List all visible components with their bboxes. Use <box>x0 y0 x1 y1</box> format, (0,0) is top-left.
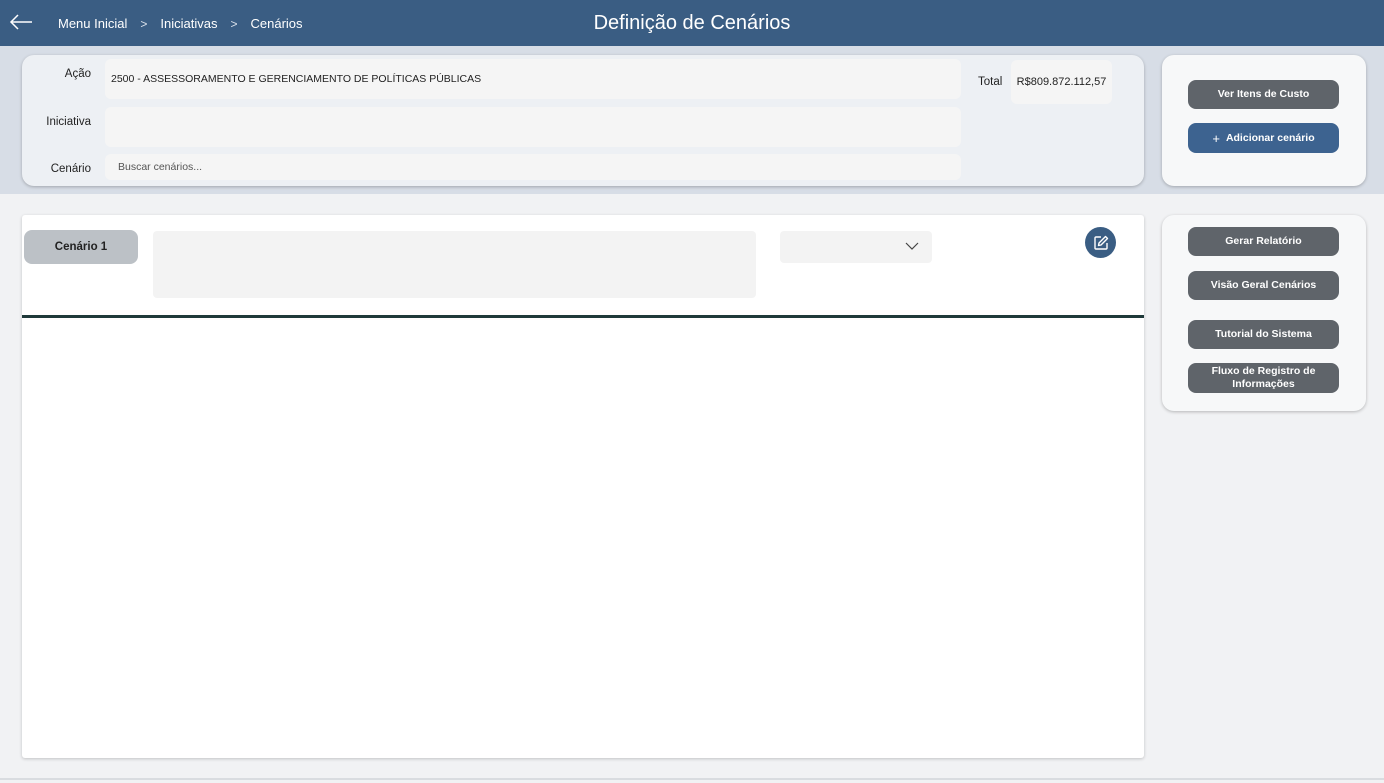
cenario-search-input[interactable]: Buscar cenários... <box>105 154 961 180</box>
fluxo-registro-label: Fluxo de Registro de Informações <box>1211 365 1316 390</box>
panel-divider <box>22 315 1144 318</box>
tutorial-sistema-label: Tutorial do Sistema <box>1215 328 1312 340</box>
adicionar-cenario-label: Adicionar cenário <box>1225 131 1315 144</box>
visao-geral-cenarios-button[interactable]: Visão Geral Cenários <box>1188 271 1339 300</box>
cenario-label: Cenário <box>50 163 91 175</box>
ver-itens-custo-label: Ver Itens de Custo <box>1217 88 1310 100</box>
scenario-description-field[interactable] <box>153 231 756 298</box>
iniciativa-field[interactable] <box>105 107 961 147</box>
scenario-dropdown[interactable] <box>780 231 932 263</box>
acao-field[interactable]: 2500 - ASSESSORAMENTO E GERENCIAMENTO DE… <box>105 59 961 99</box>
top-actions-card <box>1162 55 1366 186</box>
plus-icon: + <box>1212 130 1220 146</box>
visao-geral-cenarios-label: Visão Geral Cenários <box>1210 279 1317 291</box>
total-label: Total <box>978 76 1003 88</box>
edit-icon <box>1093 235 1108 250</box>
tutorial-sistema-button[interactable]: Tutorial do Sistema <box>1188 320 1339 349</box>
adicionar-cenario-button[interactable]: + Adicionar cenário <box>1188 123 1339 153</box>
tab-cenario-1-label: Cenário 1 <box>54 241 108 253</box>
bottom-border <box>0 778 1384 780</box>
edit-scenario-button[interactable] <box>1085 227 1116 258</box>
tab-cenario-1[interactable]: Cenário 1 <box>24 230 138 264</box>
chevron-down-icon <box>905 242 919 250</box>
top-bar: Menu Inicial > Iniciativas > Cenários De… <box>0 0 1384 46</box>
iniciativa-label: Iniciativa <box>46 116 91 128</box>
ver-itens-custo-button[interactable]: Ver Itens de Custo <box>1188 80 1339 109</box>
gerar-relatorio-label: Gerar Relatório <box>1225 235 1302 247</box>
fluxo-registro-button[interactable]: Fluxo de Registro de Informações <box>1188 363 1339 393</box>
page-title: Definição de Cenários <box>593 12 791 34</box>
acao-label: Ação <box>64 68 91 80</box>
total-value: R$809.872.112,57 <box>1011 60 1112 104</box>
gerar-relatorio-button[interactable]: Gerar Relatório <box>1188 227 1339 256</box>
